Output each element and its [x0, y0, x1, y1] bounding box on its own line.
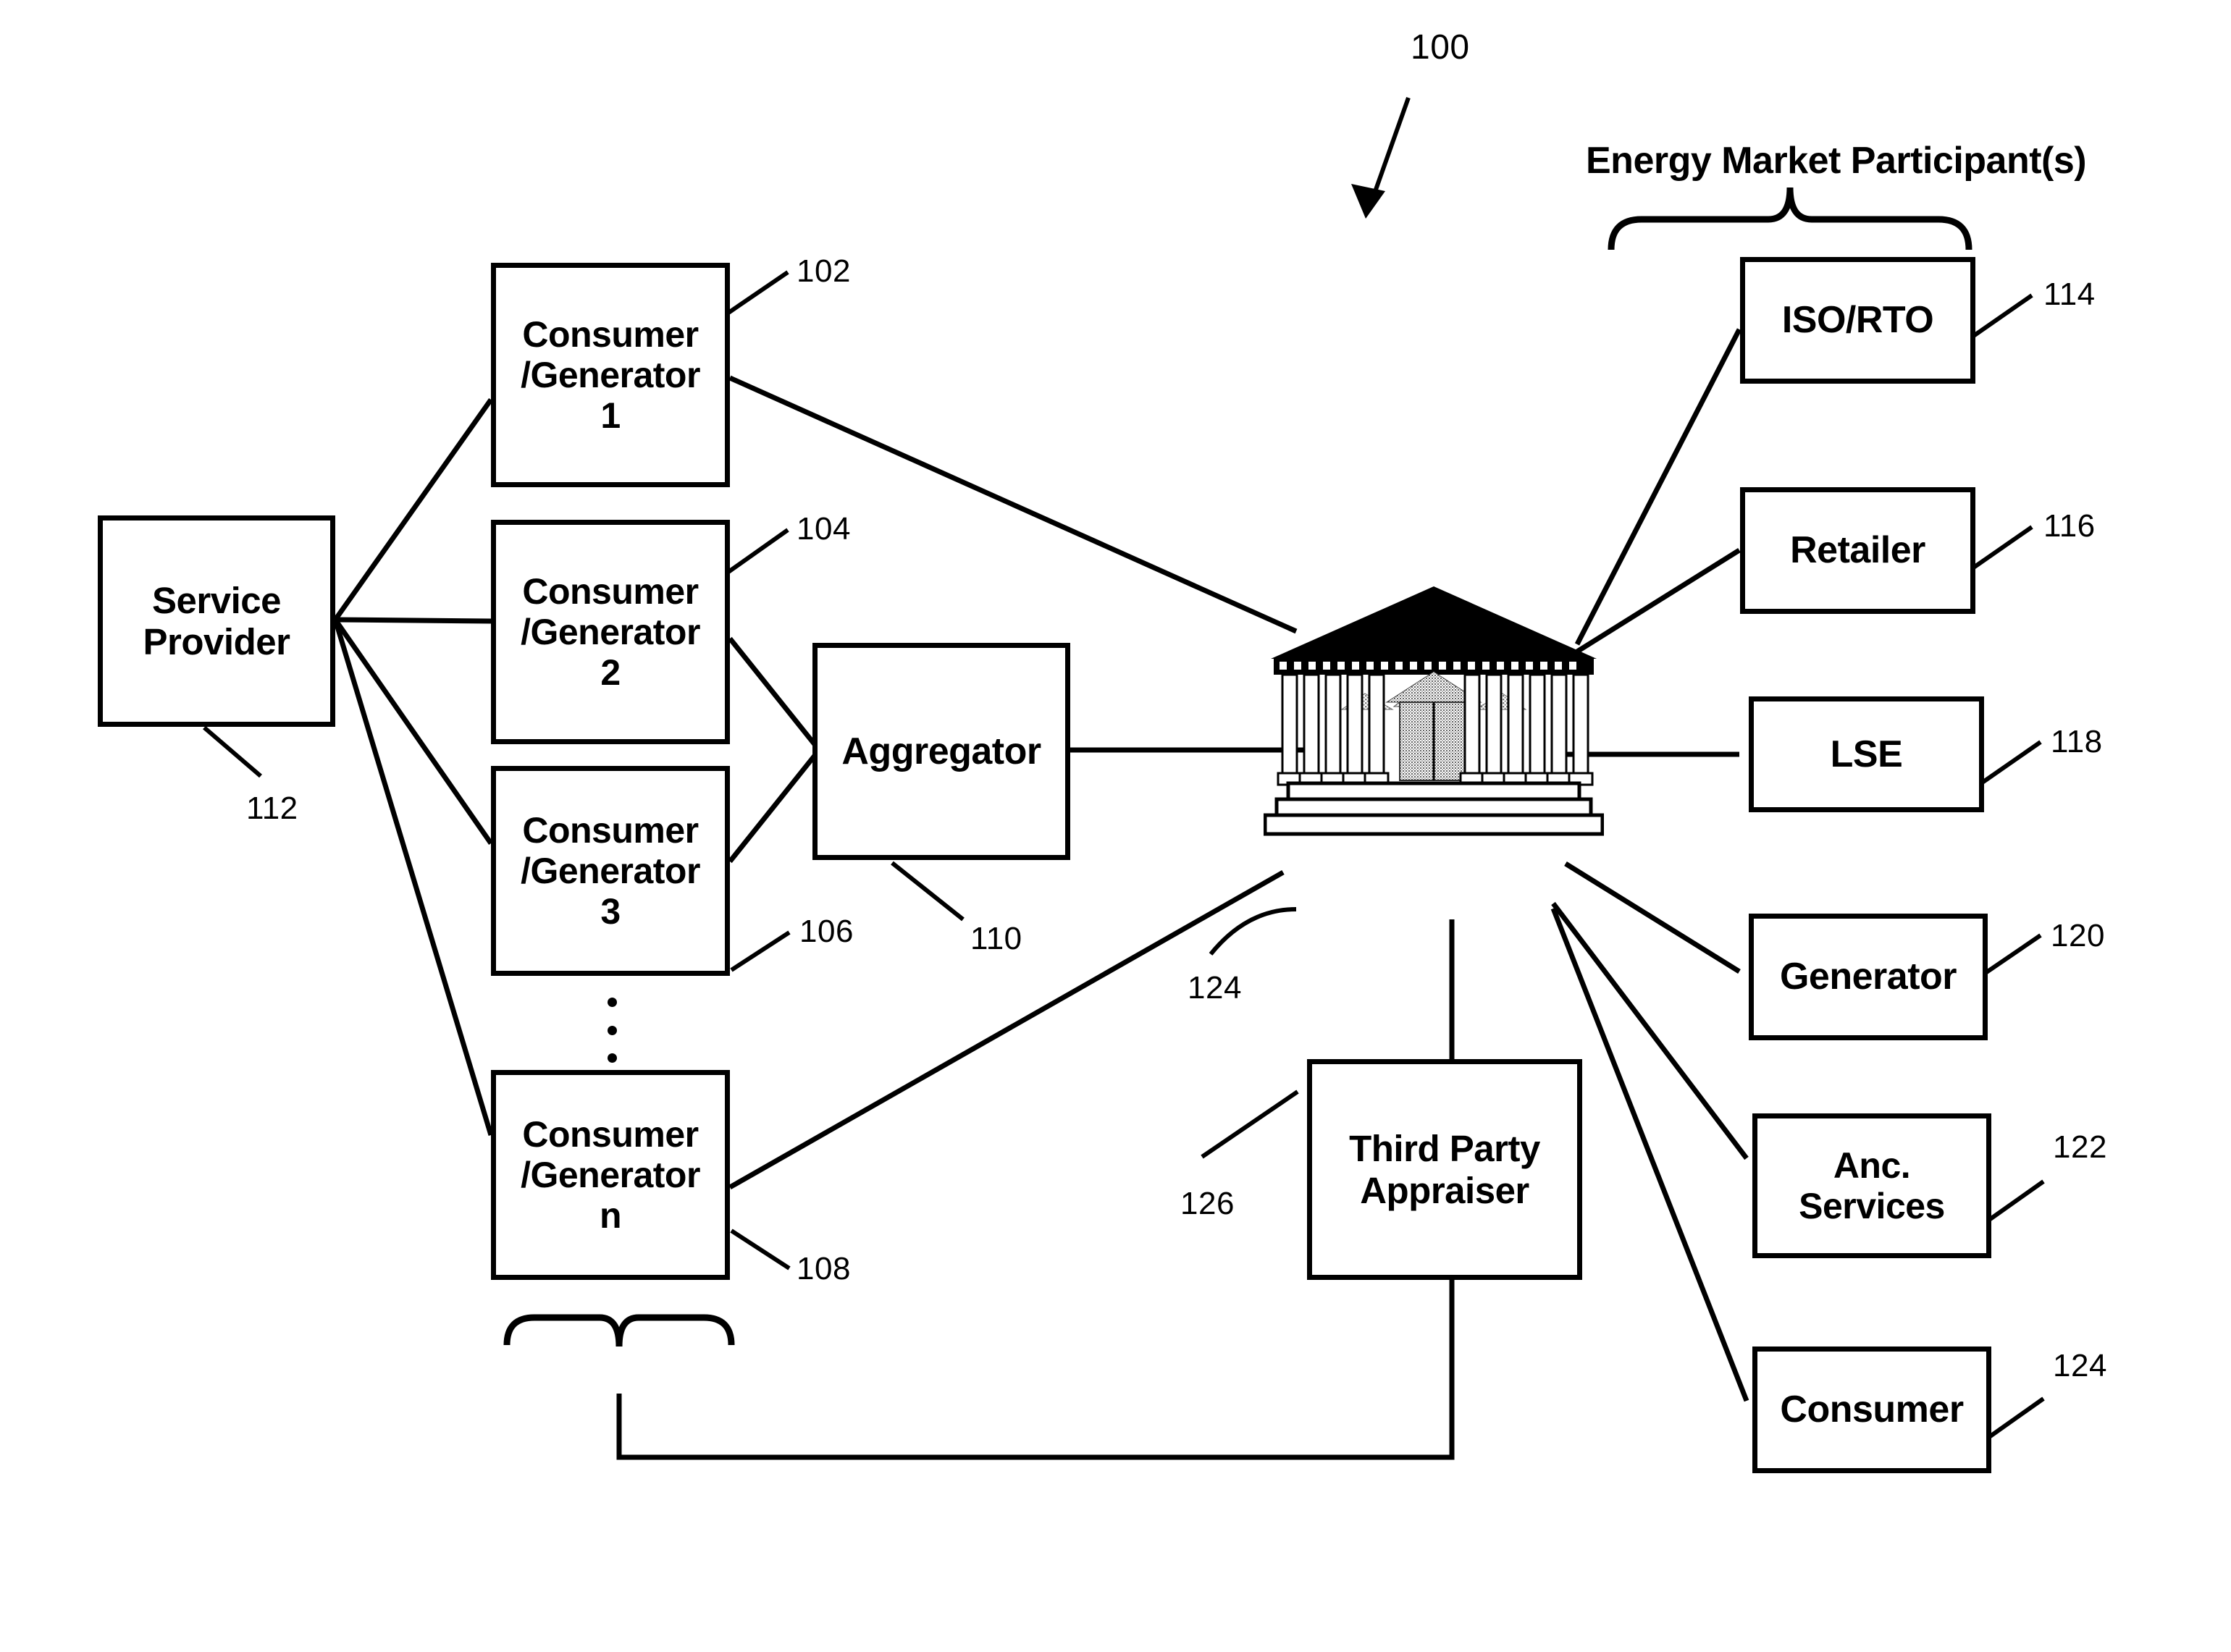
node-anc-services-label: Anc. Services: [1799, 1145, 1945, 1226]
ref-122: 122: [2053, 1129, 2107, 1165]
leader-112: [203, 725, 262, 778]
wire-sp-to-cg3: [333, 618, 493, 845]
node-iso-rto-label: ISO/RTO: [1781, 299, 1934, 342]
node-generator-label: Generator: [1779, 956, 1957, 998]
energy-market-participants-title: Energy Market Participant(s): [1586, 140, 2087, 182]
leader-108: [730, 1229, 791, 1270]
node-third-party-appraiser-label: Third Party Appraiser: [1349, 1128, 1540, 1211]
wire-sp-to-cg1: [333, 397, 493, 622]
wire-cg1-to-exchange: [728, 375, 1298, 634]
figure-ref-arrow-line: [1366, 96, 1411, 211]
leader-122: [1983, 1179, 2045, 1226]
ref-110: 110: [970, 921, 1022, 956]
leader-124: [1983, 1396, 2045, 1443]
ref-114: 114: [2043, 277, 2096, 312]
ref-106: 106: [799, 914, 854, 949]
node-consumer[interactable]: Consumer: [1752, 1347, 1991, 1473]
leader-106: [730, 930, 791, 972]
leader-126: [1201, 1090, 1299, 1159]
node-consumer-generator-1-label: Consumer /Generator 1: [521, 314, 700, 436]
wire-exchange-to-consumer: [1550, 907, 1749, 1402]
leader-116: [1971, 525, 2033, 570]
ref-124-exchange: 124: [1188, 970, 1242, 1006]
node-lse-label: LSE: [1830, 733, 1903, 775]
node-consumer-label: Consumer: [1780, 1388, 1964, 1431]
exchange-building-icon: [1263, 565, 1605, 927]
node-service-provider-label: Service Provider: [143, 579, 290, 662]
ref-108: 108: [797, 1251, 851, 1286]
wire-sp-to-cgn: [332, 618, 494, 1137]
figure-ref-arrowhead: [1351, 184, 1385, 219]
ref-104: 104: [797, 511, 851, 547]
leader-110: [891, 861, 965, 922]
node-retailer[interactable]: Retailer: [1740, 487, 1975, 614]
node-retailer-label: Retailer: [1790, 529, 1925, 572]
node-third-party-appraiser[interactable]: Third Party Appraiser: [1307, 1059, 1582, 1280]
node-iso-rto[interactable]: ISO/RTO: [1740, 257, 1975, 384]
wire-sp-to-cg2: [335, 617, 492, 624]
node-service-provider[interactable]: Service Provider: [98, 515, 335, 727]
figure-reference-numeral: 100: [1411, 28, 1470, 67]
wire-cg3-to-aggregator: [728, 751, 819, 864]
node-aggregator[interactable]: Aggregator: [812, 643, 1070, 860]
node-anc-services[interactable]: Anc. Services: [1752, 1113, 1991, 1258]
node-consumer-generator-3[interactable]: Consumer /Generator 3: [491, 766, 730, 976]
leader-104: [727, 528, 789, 574]
node-generator[interactable]: Generator: [1749, 914, 1988, 1040]
wire-exchange-to-anc-services: [1551, 901, 1749, 1160]
node-consumer-generator-2-label: Consumer /Generator 2: [521, 571, 700, 693]
brace-consumer-generator-group: [503, 1314, 735, 1347]
ref-126: 126: [1180, 1186, 1235, 1221]
ref-116: 116: [2043, 508, 2096, 544]
ref-118: 118: [2051, 724, 2103, 759]
wire-cg2-to-aggregator: [728, 636, 819, 749]
ref-120: 120: [2051, 918, 2105, 953]
ref-102: 102: [797, 253, 851, 289]
ref-112: 112: [246, 791, 298, 826]
brace-energy-market-participants: [1608, 187, 1972, 250]
leader-114: [1971, 293, 2033, 339]
node-consumer-generator-2[interactable]: Consumer /Generator 2: [491, 520, 730, 744]
node-lse[interactable]: LSE: [1749, 696, 1984, 812]
node-consumer-generator-n-label: Consumer /Generator n: [521, 1114, 700, 1236]
leader-118: [1980, 740, 2042, 785]
patent-figure-canvas: 100 Energy Market Participant(s) Service…: [0, 0, 2231, 1652]
ref-124-consumer: 124: [2053, 1348, 2107, 1383]
node-aggregator-label: Aggregator: [841, 730, 1041, 772]
node-consumer-generator-1[interactable]: Consumer /Generator 1: [491, 263, 730, 487]
leader-102: [727, 270, 789, 315]
wire-appraiser-to-cg-group: [616, 1280, 1455, 1460]
node-consumer-generator-3-label: Consumer /Generator 3: [521, 810, 700, 932]
vertical-ellipsis-icon: [607, 998, 617, 1063]
node-consumer-generator-n[interactable]: Consumer /Generator n: [491, 1070, 730, 1280]
leader-120: [1980, 933, 2042, 978]
